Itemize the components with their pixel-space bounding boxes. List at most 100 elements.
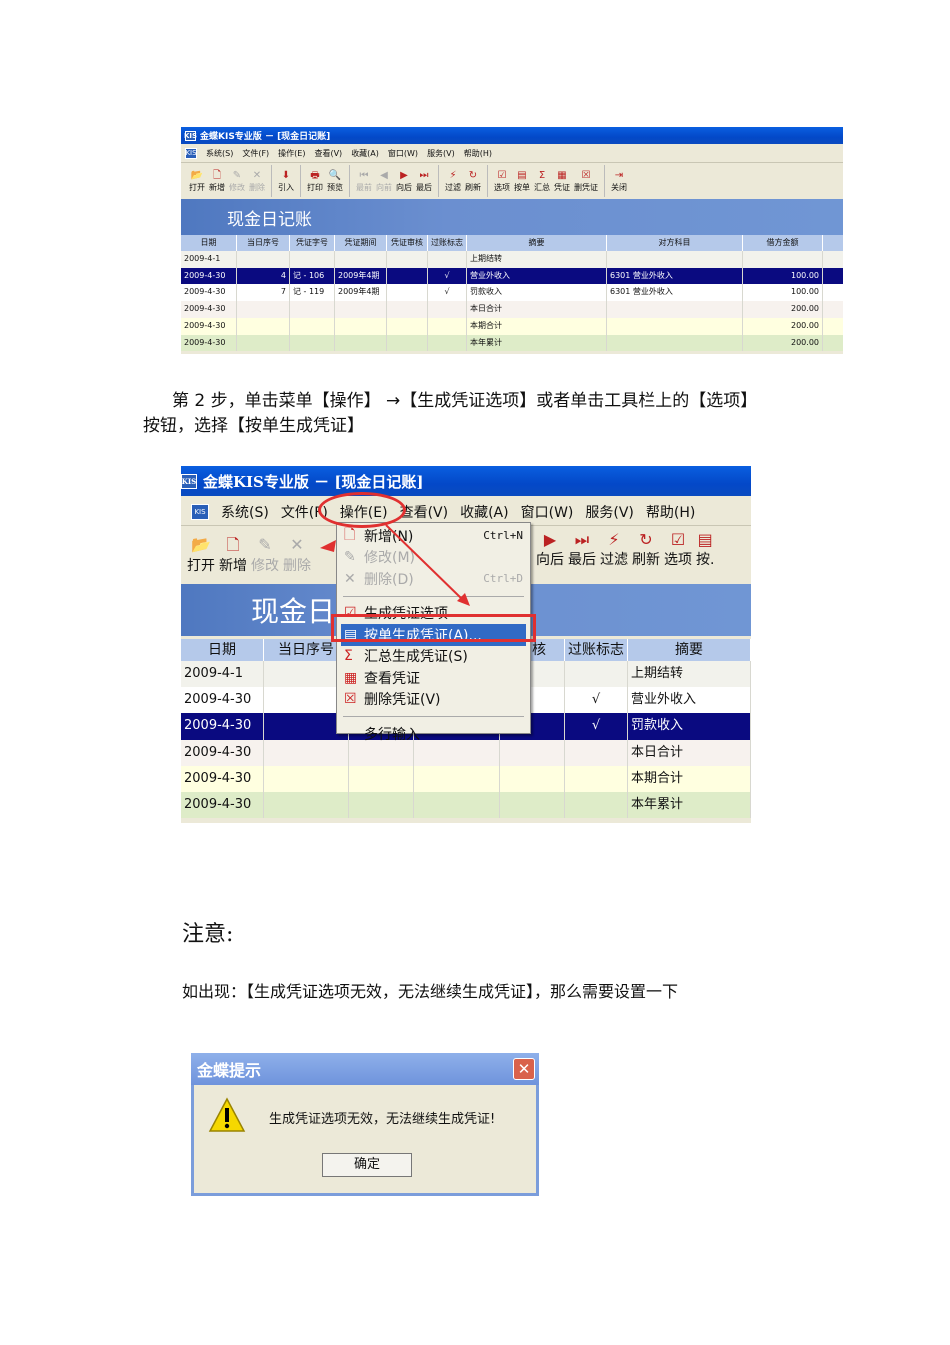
toolbar-button-0[interactable]: 📂 打开 <box>187 530 215 580</box>
menu-item-0[interactable]: 系统(S) <box>221 502 269 522</box>
toolbar-label: 过滤 <box>600 552 628 569</box>
menu-item-6[interactable]: 服务(V) <box>427 148 455 159</box>
menu-item-label: 删除凭证(V) <box>364 692 441 709</box>
dropdown-item[interactable]: 多行输入 <box>341 723 526 745</box>
toolbar-button-10[interactable]: ⏭ 最后 <box>416 165 432 197</box>
table-row[interactable]: 2009-4-30 7 记 - 119 2009年4期 √ 罚款收入 6301 营业外收入 1… <box>181 284 843 302</box>
toolbar-button-6[interactable]: 🔍 预览 <box>327 165 343 197</box>
menu-item-label: 汇总生成凭证(S) <box>364 649 468 666</box>
app-icon: KIS <box>183 130 198 141</box>
toolbar-label: 最后 <box>568 552 596 569</box>
toolbar-button-11[interactable]: ⚡ 过滤 <box>445 165 461 197</box>
close-button[interactable]: ✕ <box>513 1058 535 1080</box>
menu-item-7[interactable]: 帮助(H) <box>464 148 492 159</box>
column-header[interactable]: 摘要 <box>467 235 607 251</box>
table-row[interactable]: 2009-4-30 本期合计 200.00 <box>181 317 843 335</box>
toolbar-button-9[interactable]: ▶ 向后 <box>396 165 412 197</box>
table-cell: 4 <box>237 267 290 285</box>
toolbar-icon: ✎ <box>258 535 272 555</box>
table-cell: √ <box>428 267 467 285</box>
table-cell <box>290 301 335 318</box>
toolbar-button-13[interactable]: ☑ 选项 <box>494 165 510 197</box>
toolbar-button-5[interactable]: ▤ 按. <box>696 530 714 569</box>
toolbar-button-1[interactable]: 🗋 新增 <box>219 530 247 580</box>
toolbar-button-1[interactable]: 🗋 新增 <box>209 165 225 197</box>
toolbar-button-0[interactable]: 📂 打开 <box>189 165 205 197</box>
toolbar-button-4[interactable]: ☑ 选项 <box>664 530 692 569</box>
table-row[interactable]: 2009-4-1 上期结转 <box>181 251 843 268</box>
dropdown-item[interactable]: ☒ 删除凭证(V) <box>341 689 526 711</box>
toolbar-button-16[interactable]: ▦ 凭证 <box>554 165 570 197</box>
toolbar-label: 修改 <box>229 182 245 192</box>
menu-item-0[interactable]: 系统(S) <box>206 148 233 159</box>
toolbar-separator <box>487 165 488 197</box>
column-header[interactable]: 对方科目 <box>607 235 743 251</box>
table-cell: 100.00 <box>743 267 823 285</box>
table-cell: 2009-4-1 <box>181 251 237 268</box>
toolbar-label: 打印 <box>307 182 323 192</box>
column-header[interactable]: 摘要 <box>628 639 751 661</box>
toolbar-icon: 🖶 <box>310 169 320 181</box>
table-cell <box>349 765 414 793</box>
menu-item-icon: ☒ <box>344 691 357 708</box>
dropdown-item[interactable]: Σ 汇总生成凭证(S) <box>341 646 526 668</box>
toolbar-button-3[interactable]: ↻ 刷新 <box>632 530 660 569</box>
menu-item-3[interactable]: 查看(V) <box>314 148 342 159</box>
toolbar-button-12[interactable]: ↻ 刷新 <box>465 165 481 197</box>
table-cell: 2009-4-30 <box>181 267 237 285</box>
menu-item-4[interactable]: 收藏(A) <box>351 148 379 159</box>
column-header[interactable]: 借方金额 <box>743 235 823 251</box>
toolbar-icon: 🔍 <box>328 169 342 181</box>
table-row[interactable]: 2009-4-30 本期合计 <box>181 765 751 793</box>
table-row[interactable]: 2009-4-30 本年累计 200.00 <box>181 334 843 352</box>
table-row[interactable]: 2009-4-30 4 记 - 106 2009年4期 √ 营业外收入 6301 营业外收入… <box>181 267 843 285</box>
toolbar-label: 刷新 <box>632 552 660 569</box>
column-header[interactable]: 过账标志 <box>565 639 628 661</box>
table-row[interactable]: 2009-4-30 本日合计 200.00 <box>181 301 843 318</box>
toolbar-button-3[interactable]: ✕ 删除 <box>249 165 265 197</box>
column-header[interactable]: 凭证审核 <box>387 235 428 251</box>
dropdown-item[interactable]: ▦ 查看凭证 <box>341 667 526 689</box>
column-header[interactable]: 凭证字号 <box>290 235 335 251</box>
table-cell <box>335 251 387 268</box>
menu-item-6[interactable]: 服务(V) <box>585 502 634 522</box>
column-header[interactable]: 日期 <box>181 639 264 661</box>
toolbar-button-2[interactable]: ⚡ 过滤 <box>600 530 628 569</box>
toolbar-button-4[interactable]: ⬇ 引入 <box>278 165 294 197</box>
menu-item-1[interactable]: 文件(F) <box>242 148 269 159</box>
toolbar-label: 引入 <box>278 182 294 192</box>
toolbar-button-1[interactable]: ⏭ 最后 <box>568 530 596 569</box>
note-text: 如出现：【生成凭证选项无效，无法继续生成凭证】，那么需要设置一下 <box>182 982 679 1001</box>
toolbar-button-8[interactable]: ◀ 向前 <box>376 165 392 197</box>
toolbar-button-7[interactable]: ⏮ 最前 <box>356 165 372 197</box>
toolbar-button-18[interactable]: ⇥ 关闭 <box>611 165 627 197</box>
table-cell: √ <box>565 713 628 740</box>
menu-item-7[interactable]: 帮助(H) <box>646 502 695 522</box>
dialog-message: 生成凭证选项无效，无法继续生成凭证! <box>269 1112 496 1127</box>
toolbar-button-0[interactable]: ▶ 向后 <box>536 530 564 569</box>
table-cell: 上期结转 <box>467 251 607 268</box>
toolbar-button-2[interactable]: ✎ 修改 <box>229 165 245 197</box>
toolbar-icon: 📂 <box>191 535 211 555</box>
column-header[interactable]: 过账标志 <box>428 235 467 251</box>
toolbar-button-17[interactable]: ☒ 删凭证 <box>574 165 598 197</box>
ok-button[interactable]: 确定 <box>322 1153 412 1177</box>
menu-item-shortcut: Ctrl+D <box>483 572 523 586</box>
toolbar-icon: ◀ <box>380 169 388 181</box>
column-header[interactable]: 日期 <box>181 235 237 251</box>
toolbar-button-15[interactable]: Σ 汇总 <box>534 165 550 197</box>
toolbar-button-2[interactable]: ✎ 修改 <box>251 530 279 580</box>
toolbar-button-14[interactable]: ▤ 按单 <box>514 165 530 197</box>
menu-item-5[interactable]: 窗口(W) <box>388 148 418 159</box>
table-row[interactable]: 2009-4-30 本年累计 <box>181 792 751 819</box>
table-cell: 本期合计 <box>628 765 751 793</box>
toolbar-icon: 🗋 <box>226 535 240 555</box>
toolbar-icon: ⏮ <box>359 169 369 181</box>
dialog-title-bar: 金蝶提示 ✕ <box>191 1053 539 1085</box>
column-header[interactable]: 凭证期间 <box>335 235 387 251</box>
title-bar: KIS 金蝶KIS专业版 － [现金日记账] <box>181 466 751 496</box>
menu-item-5[interactable]: 窗口(W) <box>521 502 574 522</box>
menu-item-2[interactable]: 操作(E) <box>278 148 305 159</box>
toolbar-button-5[interactable]: 🖶 打印 <box>307 165 323 197</box>
column-header[interactable]: 当日序号 <box>237 235 290 251</box>
